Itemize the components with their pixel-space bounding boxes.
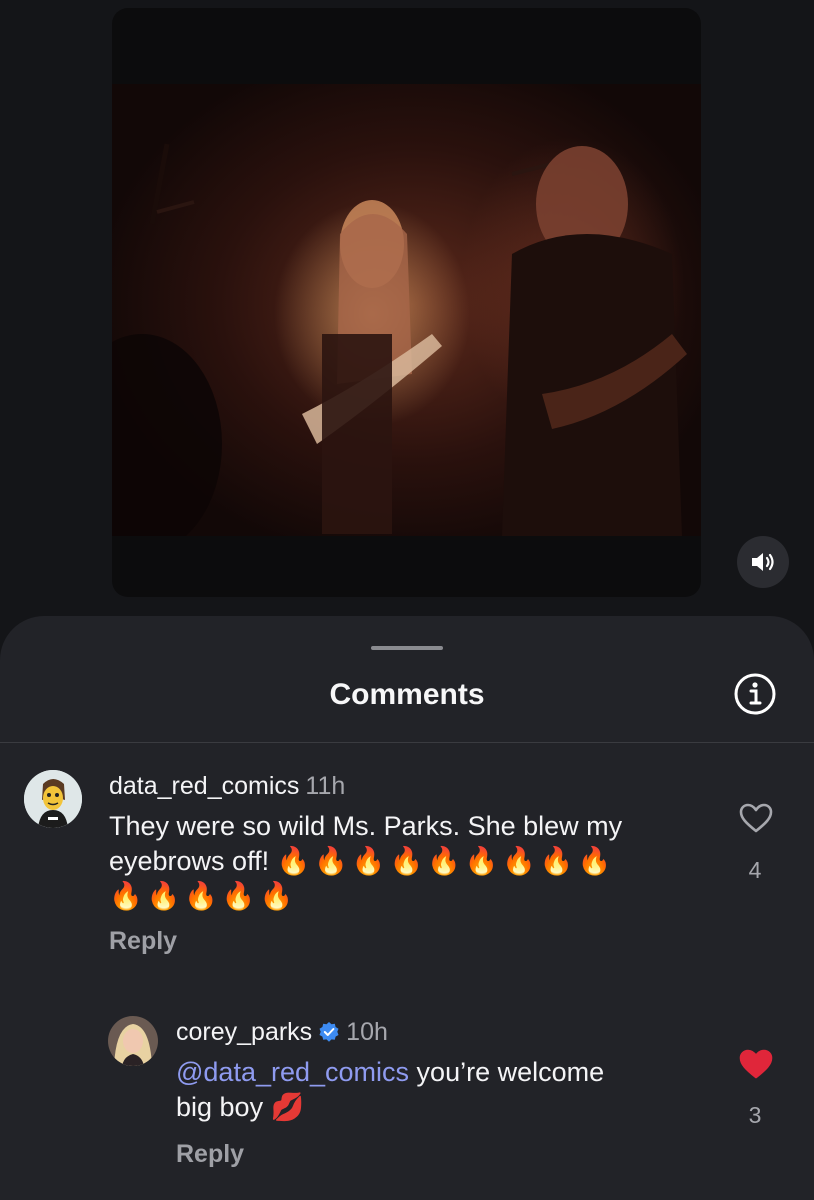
heart-filled-icon: [739, 1049, 773, 1079]
username[interactable]: corey_parks: [176, 1018, 312, 1046]
reply-button[interactable]: Reply: [176, 1140, 244, 1169]
comment-meta: corey_parks 10h: [176, 1018, 388, 1047]
avatar[interactable]: [108, 1016, 158, 1066]
verified-badge-icon: [319, 1022, 339, 1042]
mention-link[interactable]: @data_red_comics: [176, 1057, 409, 1087]
video-frame: [112, 84, 701, 536]
comments-sheet: Comments data_red_comics 11h They were s…: [0, 616, 814, 1200]
timestamp: 10h: [346, 1018, 388, 1046]
concert-scene: [112, 143, 687, 536]
like-count: 3: [748, 1102, 762, 1128]
comment-body-line2: big boy: [176, 1092, 264, 1122]
comment-body: you’re welcome: [416, 1057, 605, 1087]
like-button[interactable]: [736, 1048, 776, 1085]
avatar-image: [108, 1016, 158, 1066]
emoji-kiss: 💋: [270, 1092, 305, 1122]
speaker-icon: [752, 553, 774, 571]
comment-text: @data_red_comics you’re welcome big boy …: [176, 1055, 696, 1125]
video-player[interactable]: [112, 8, 701, 597]
reply-comment-item: corey_parks 10h @data_red_comics you’re …: [0, 616, 814, 1200]
mute-button[interactable]: [737, 536, 789, 588]
